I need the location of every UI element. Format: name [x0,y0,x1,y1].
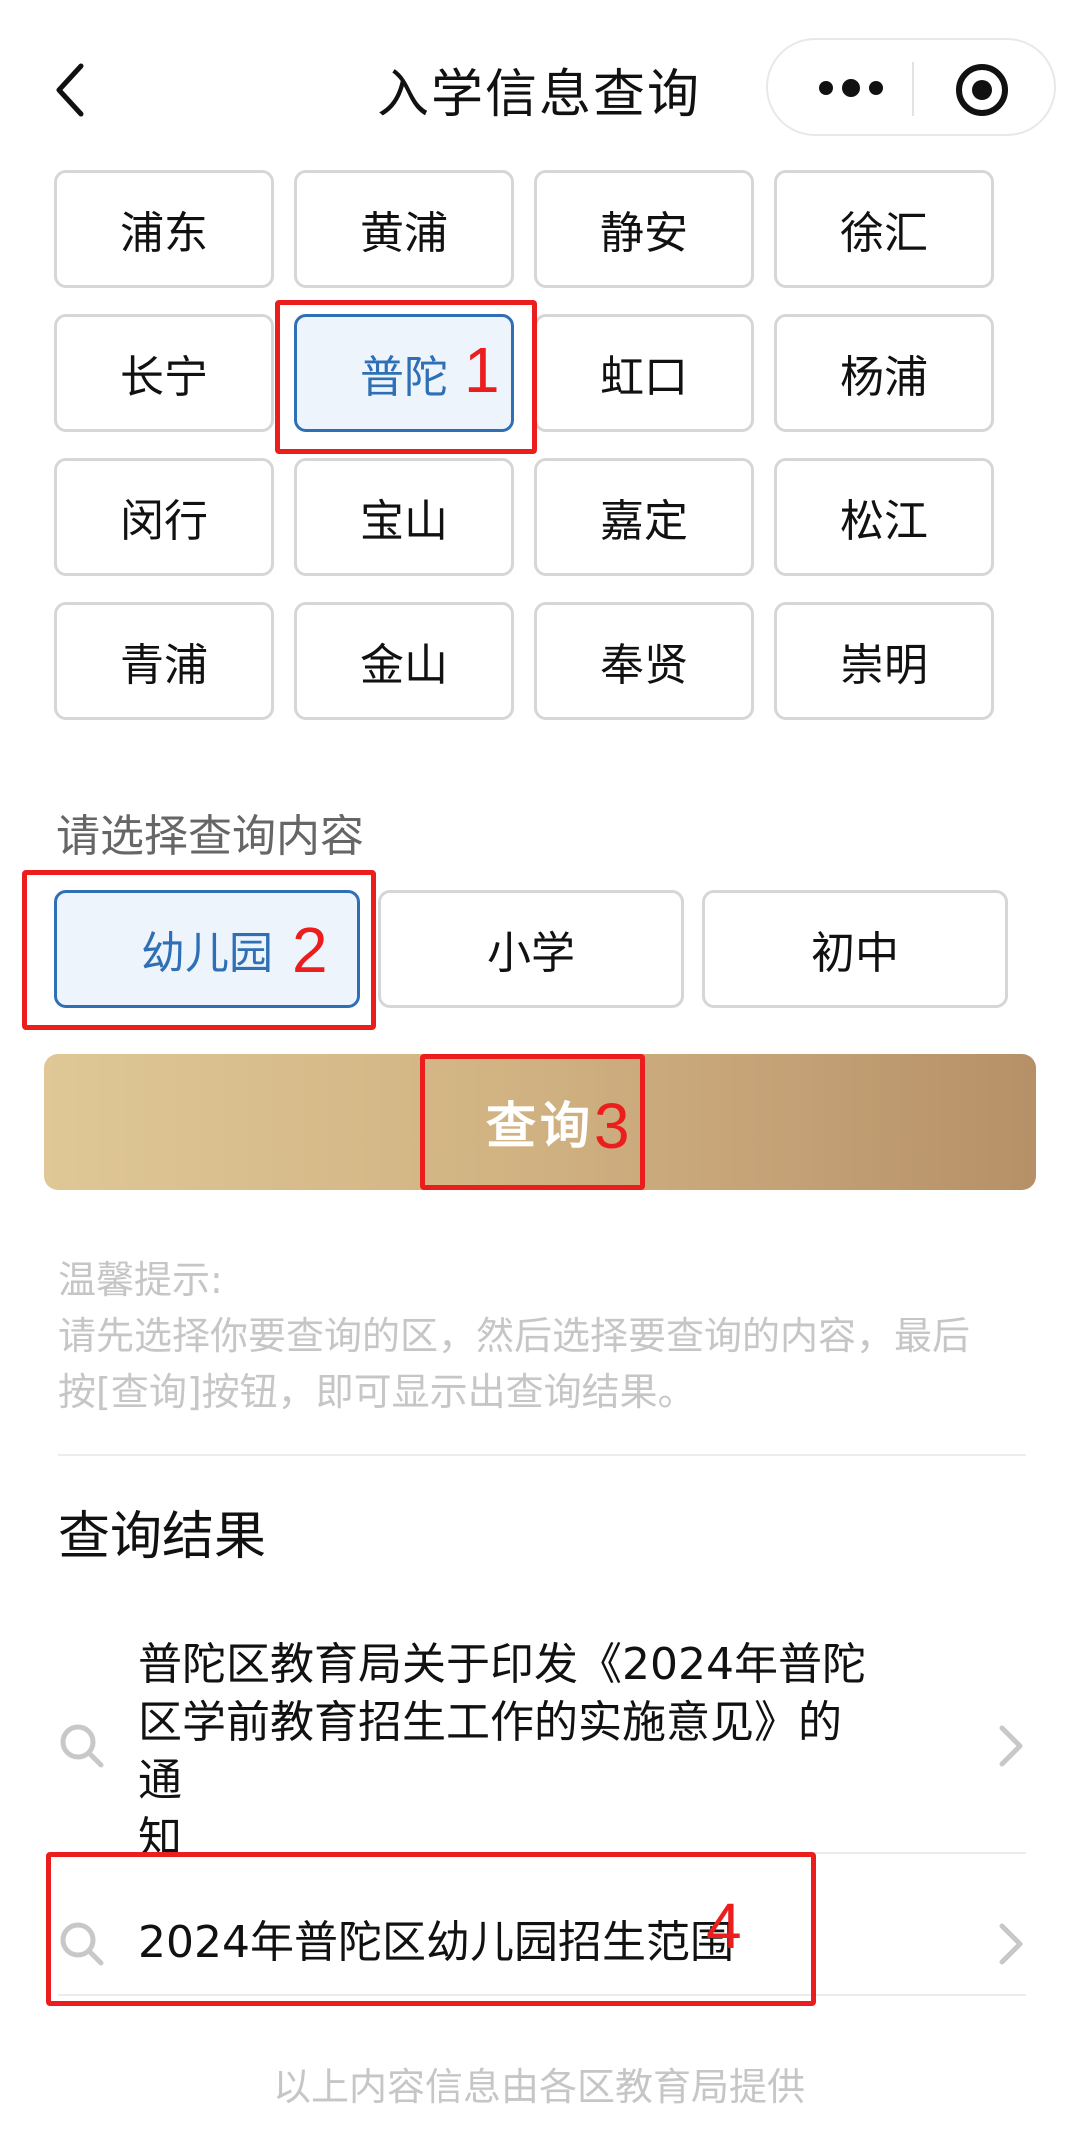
chevron-right-icon [999,1923,1023,1965]
district-yangpu[interactable]: 杨浦 [774,314,994,432]
district-fengxian[interactable]: 奉贤 [534,602,754,720]
results-title: 查询结果 [58,1507,267,1567]
district-hongkou[interactable]: 虹口 [534,314,754,432]
district-changning[interactable]: 长宁 [54,314,274,432]
result-item-notice[interactable]: 普陀区教育局关于印发《2024年普陀 区学前教育招生工作的实施意见》的通 知 [0,1636,1078,1864]
result-item-title: 普陀区教育局关于印发《2024年普陀 区学前教育招生工作的实施意见》的通 知 [138,1636,868,1868]
result-line-2: 区学前教育招生工作的实施意见》的通 [138,1697,842,1806]
district-xuhui[interactable]: 徐汇 [774,170,994,288]
annotation-number-4: 4 [706,1890,742,1962]
chevron-right-icon [999,1725,1023,1767]
district-minhang[interactable]: 闵行 [54,458,274,576]
district-songjiang[interactable]: 松江 [774,458,994,576]
content-middle-school[interactable]: 初中 [702,890,1008,1008]
content-primary-school[interactable]: 小学 [378,890,684,1008]
annotation-box-4 [46,1852,816,2006]
search-icon [60,1724,104,1768]
footer-note: 以上内容信息由各区教育局提供 [272,2065,805,2109]
district-pudong[interactable]: 浦东 [54,170,274,288]
district-jiading[interactable]: 嘉定 [534,458,754,576]
content-select-label: 请选择查询内容 [56,811,364,862]
district-jingan[interactable]: 静安 [534,170,754,288]
annotation-number-3: 3 [594,1090,630,1162]
nav-bar: 入学信息查询 [0,0,1078,170]
capsule-divider [912,62,914,116]
mini-program-capsule [766,38,1056,136]
district-baoshan[interactable]: 宝山 [294,458,514,576]
more-dots-icon [819,79,883,97]
tip-line-2: 按[查询]按钮，即可显示出查询结果。 [58,1370,696,1414]
more-button[interactable] [806,66,896,110]
close-mini-program-button[interactable] [954,62,1010,118]
district-chongming[interactable]: 崇明 [774,602,994,720]
annotation-number-1: 1 [464,334,500,406]
district-huangpu[interactable]: 黄浦 [294,170,514,288]
divider [58,1454,1026,1456]
district-qingpu[interactable]: 青浦 [54,602,274,720]
result-line-1: 普陀区教育局关于印发《2024年普陀 [138,1639,866,1690]
tip-title: 温馨提示: [58,1258,223,1302]
annotation-number-2: 2 [292,914,328,986]
district-jinshan[interactable]: 金山 [294,602,514,720]
tip-text: 温馨提示: 请先选择你要查询的区，然后选择要查询的内容，最后 按[查询]按钮，即… [58,1252,1018,1420]
tip-line-1: 请先选择你要查询的区，然后选择要查询的内容，最后 [58,1314,971,1358]
target-icon [956,64,1008,116]
